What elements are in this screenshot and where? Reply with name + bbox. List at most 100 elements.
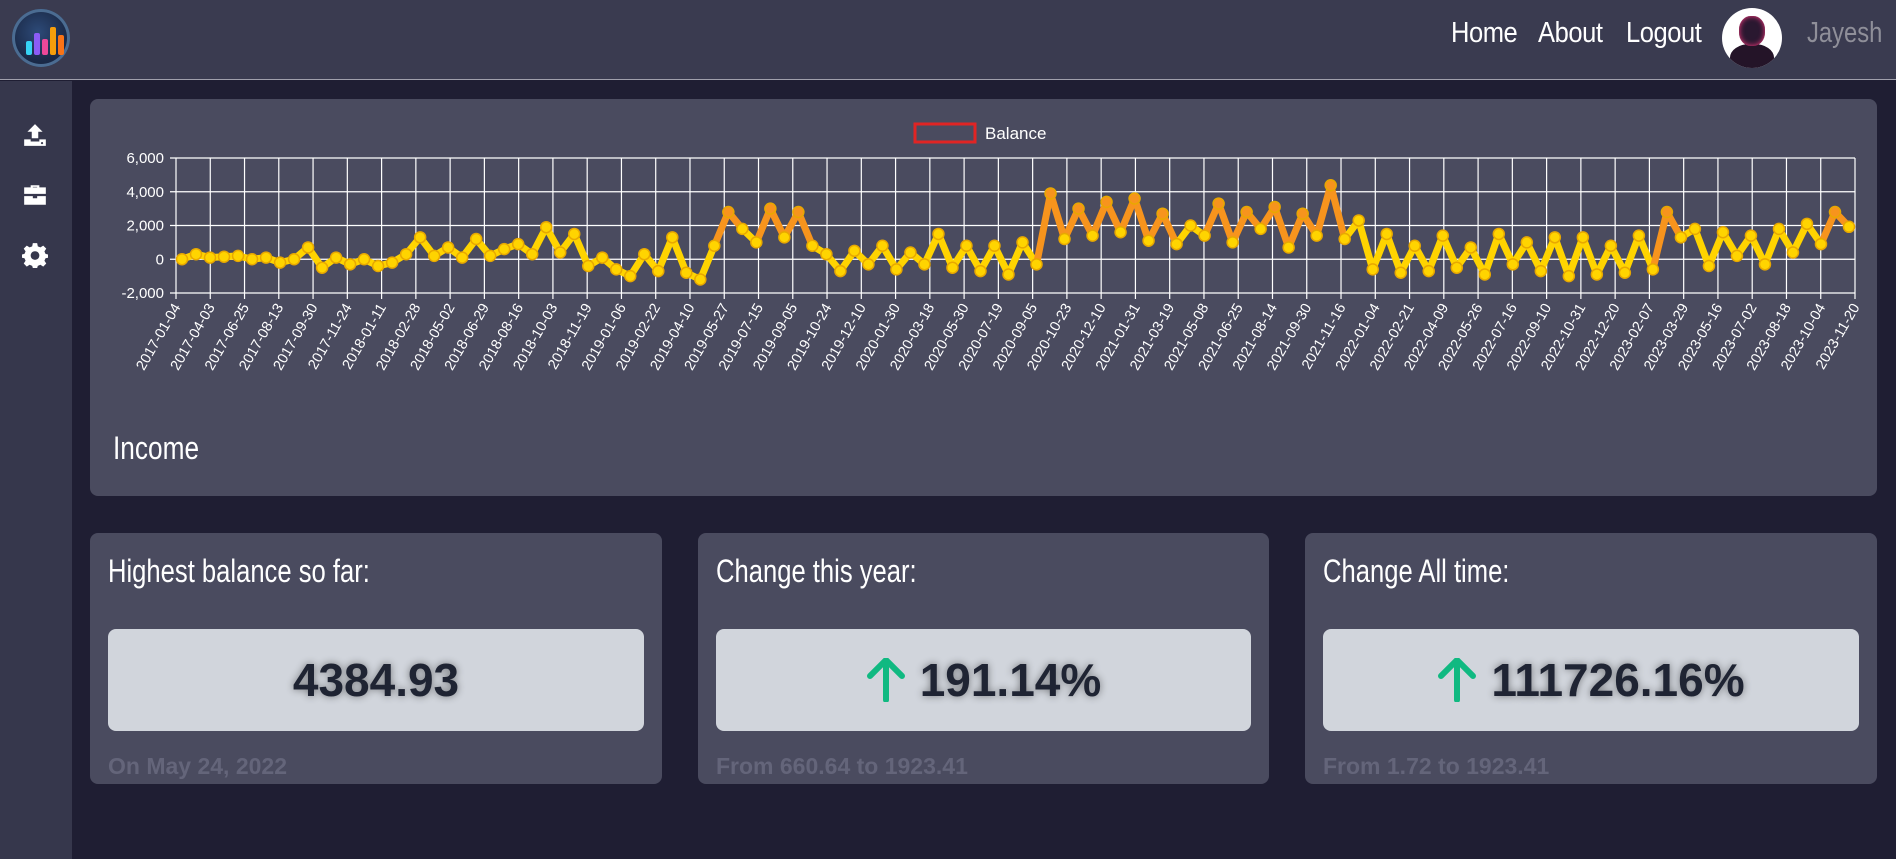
balance-data-point[interactable] (1702, 259, 1716, 273)
gear-icon[interactable] (20, 240, 50, 270)
balance-data-point[interactable] (1254, 222, 1267, 236)
balance-data-point[interactable] (1478, 268, 1492, 281)
balance-data-point[interactable] (1618, 266, 1632, 279)
balance-data-point[interactable] (876, 239, 889, 252)
balance-data-point[interactable] (806, 239, 819, 252)
balance-data-point[interactable] (1422, 264, 1435, 278)
balance-data-point[interactable] (652, 264, 665, 278)
balance-data-point[interactable] (343, 258, 357, 271)
balance-data-point[interactable] (1408, 239, 1421, 252)
balance-data-point[interactable] (301, 241, 315, 254)
balance-data-point[interactable] (918, 258, 931, 271)
balance-data-point[interactable] (932, 227, 945, 241)
balance-data-point[interactable] (1632, 229, 1646, 242)
balance-data-point[interactable] (1142, 234, 1155, 247)
balance-data-point[interactable] (904, 246, 917, 259)
balance-data-point[interactable] (483, 249, 497, 263)
balance-data-point[interactable] (1212, 197, 1225, 210)
balance-data-point[interactable] (189, 247, 203, 261)
balance-data-point[interactable] (1506, 258, 1520, 271)
toolbox-icon[interactable] (20, 180, 50, 210)
balance-data-point[interactable] (1016, 236, 1029, 249)
balance-data-point[interactable] (1296, 207, 1309, 220)
balance-data-point[interactable] (1352, 214, 1365, 227)
balance-data-point[interactable] (1562, 269, 1576, 283)
balance-data-point[interactable] (1044, 187, 1057, 200)
balance-data-point[interactable] (1772, 222, 1786, 236)
balance-data-point[interactable] (736, 222, 749, 236)
balance-data-point[interactable] (946, 261, 959, 274)
balance-data-point[interactable] (329, 251, 343, 264)
username-label[interactable]: Jayesh (1807, 0, 1882, 66)
balance-data-point[interactable] (1156, 207, 1169, 220)
balance-data-point[interactable] (1534, 264, 1548, 278)
balance-data-point[interactable] (1814, 237, 1828, 251)
balance-data-point[interactable] (1226, 236, 1239, 249)
balance-data-point[interactable] (245, 253, 259, 266)
nav-about-link[interactable]: About (1538, 0, 1603, 66)
balance-data-point[interactable] (638, 247, 651, 261)
balance-data-point[interactable] (581, 259, 595, 273)
balance-data-point[interactable] (525, 247, 539, 261)
balance-data-point[interactable] (1492, 227, 1506, 241)
balance-data-point[interactable] (1268, 200, 1281, 214)
balance-data-point[interactable] (820, 247, 833, 261)
balance-data-point[interactable] (455, 251, 469, 264)
balance-data-point[interactable] (1548, 231, 1562, 244)
balance-data-point[interactable] (1646, 263, 1660, 276)
balance-data-point[interactable] (1604, 239, 1618, 252)
balance-data-point[interactable] (610, 263, 623, 276)
balance-data-point[interactable] (1366, 263, 1379, 276)
balance-data-point[interactable] (315, 261, 329, 274)
balance-data-point[interactable] (399, 247, 413, 261)
balance-data-point[interactable] (175, 253, 189, 266)
balance-data-point[interactable] (539, 220, 553, 234)
balance-data-point[interactable] (413, 231, 427, 244)
balance-data-point[interactable] (259, 251, 273, 264)
balance-data-point[interactable] (1744, 229, 1758, 242)
balance-data-point[interactable] (553, 246, 567, 259)
balance-data-point[interactable] (848, 244, 861, 258)
balance-data-point[interactable] (511, 237, 525, 251)
balance-data-point[interactable] (988, 239, 1001, 252)
balance-data-point[interactable] (567, 227, 581, 241)
balance-data-point[interactable] (834, 264, 847, 278)
balance-data-point[interactable] (217, 250, 231, 263)
balance-data-point[interactable] (1590, 268, 1604, 281)
balance-data-point[interactable] (750, 236, 763, 249)
balance-data-point[interactable] (469, 232, 483, 246)
balance-data-point[interactable] (1338, 232, 1351, 246)
balance-data-point[interactable] (890, 263, 903, 276)
balance-data-point[interactable] (1100, 195, 1113, 209)
nav-home-link[interactable]: Home (1451, 0, 1518, 66)
balance-data-point[interactable] (1674, 231, 1688, 244)
balance-data-point[interactable] (1240, 205, 1253, 219)
balance-data-point[interactable] (1282, 241, 1295, 254)
balance-data-point[interactable] (1184, 219, 1197, 232)
chart-legend[interactable]: Balance (913, 122, 1046, 144)
balance-data-point[interactable] (1688, 222, 1702, 236)
balance-data-point[interactable] (273, 256, 287, 269)
balance-data-point[interactable] (722, 205, 735, 219)
balance-data-point[interactable] (357, 253, 371, 266)
balance-data-point[interactable] (1716, 226, 1730, 239)
balance-data-point[interactable] (231, 249, 245, 263)
balance-data-point[interactable] (778, 231, 791, 244)
balance-data-point[interactable] (371, 259, 385, 273)
balance-data-point[interactable] (694, 273, 707, 286)
balance-data-point[interactable] (708, 239, 721, 252)
balance-data-point[interactable] (497, 242, 511, 256)
balance-data-point[interactable] (1002, 268, 1015, 281)
balance-data-point[interactable] (1394, 266, 1407, 279)
balance-data-point[interactable] (792, 205, 805, 219)
balance-data-point[interactable] (385, 256, 399, 269)
balance-data-point[interactable] (1114, 226, 1127, 239)
balance-data-point[interactable] (666, 231, 679, 244)
balance-data-point[interactable] (1758, 258, 1772, 271)
balance-data-point[interactable] (203, 251, 217, 264)
balance-data-point[interactable] (1086, 229, 1099, 242)
nav-logout-link[interactable]: Logout (1626, 0, 1702, 66)
balance-data-point[interactable] (1058, 232, 1071, 246)
balance-data-point[interactable] (287, 253, 301, 266)
balance-data-point[interactable] (1660, 205, 1674, 219)
